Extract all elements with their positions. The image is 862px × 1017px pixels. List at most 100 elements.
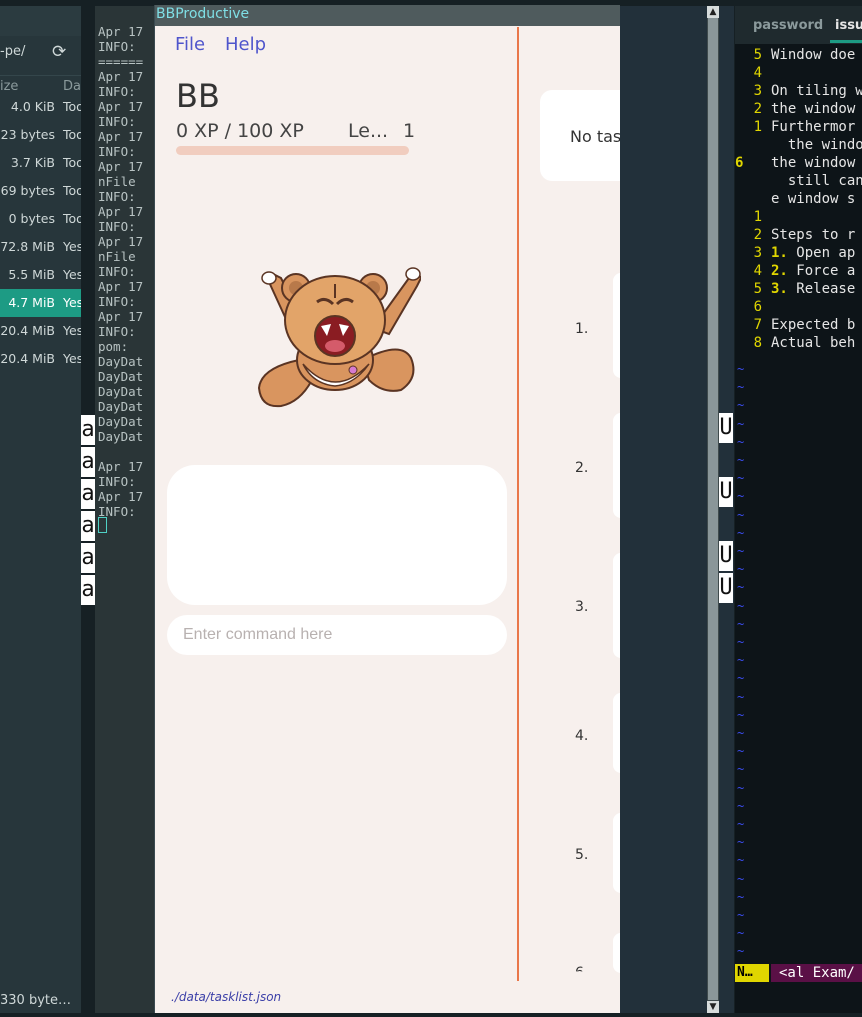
scrollbar-thumb[interactable] <box>708 18 718 1000</box>
editor-line[interactable]: 1 Furthermor <box>735 119 856 135</box>
text-editor-pane: password issue N… <al Exam/ 5 Window doe 4… <box>735 6 862 1013</box>
editor-line[interactable]: 6 the window <box>735 155 855 171</box>
task-card[interactable] <box>613 933 620 973</box>
file-row[interactable]: 323 bytes Too <box>0 121 81 149</box>
terminal-line: INFO: <box>98 504 136 519</box>
terminal-line: Apr 17 <box>98 69 144 84</box>
glyph-tile: U <box>719 541 733 571</box>
empty-line-marker: ~ <box>737 707 745 722</box>
empty-line-marker: ~ <box>737 798 745 813</box>
task-card[interactable] <box>613 413 620 518</box>
window-titlebar[interactable]: BBProductive <box>155 5 620 26</box>
terminal-line: Apr 17 <box>98 24 144 39</box>
file-size: 4.7 MiB <box>8 295 55 310</box>
file-row[interactable]: 0 bytes Too <box>0 205 81 233</box>
empty-line-marker: ~ <box>737 562 745 577</box>
empty-line-marker: ~ <box>737 671 745 686</box>
xp-progress-bar <box>176 146 409 155</box>
editor-line[interactable]: 6 <box>735 299 771 315</box>
empty-line-marker: ~ <box>737 635 745 649</box>
task-index: 6. <box>575 965 589 981</box>
line-number: 4 <box>753 65 762 81</box>
task-card[interactable] <box>613 693 620 773</box>
file-size: 20.4 MiB <box>0 351 55 366</box>
menu-help[interactable]: Help <box>225 34 266 55</box>
editor-line[interactable]: 5 3. Release <box>735 281 856 297</box>
path-field[interactable]: -pe/ <box>0 44 25 59</box>
task-index: 4. <box>575 728 589 744</box>
editor-line[interactable]: 4 <box>735 65 771 81</box>
file-date: Too <box>63 211 81 226</box>
file-row[interactable]: 3.7 KiB Too <box>0 149 81 177</box>
file-row[interactable]: 20.4 MiB Yes <box>0 345 81 373</box>
empty-line-marker: ~ <box>737 616 745 631</box>
column-date[interactable]: Da <box>63 79 81 94</box>
empty-line-marker: ~ <box>737 544 745 558</box>
editor-line[interactable]: 1 <box>735 209 771 225</box>
terminal-scrollbar[interactable]: ▲ ▼ <box>707 6 719 1013</box>
editor-line[interactable]: 8 Actual beh <box>735 335 856 351</box>
editor-line[interactable]: the windov <box>735 137 862 153</box>
tab-issue[interactable]: issue <box>835 18 862 33</box>
file-date: Too <box>63 127 81 142</box>
xp-text: 0 XP / 100 XP <box>176 120 304 142</box>
line-number: 3 <box>753 83 762 99</box>
empty-line-marker: ~ <box>737 507 745 522</box>
empty-line-marker: ~ <box>737 744 745 759</box>
editor-line[interactable]: 4 2. Force a <box>735 263 856 279</box>
task-card[interactable] <box>613 813 620 893</box>
file-date: Yes <box>63 323 81 338</box>
menu-file[interactable]: File <box>175 34 205 55</box>
file-row[interactable]: 20.4 MiB Yes <box>0 317 81 345</box>
line-number: 5 <box>753 47 762 63</box>
empty-line-marker: ~ <box>737 926 745 941</box>
editor-line[interactable]: 2 the window <box>735 101 856 117</box>
file-row[interactable]: 72.8 MiB Yes <box>0 233 81 261</box>
scroll-up-icon[interactable]: ▲ <box>707 6 719 18</box>
empty-line-marker: ~ <box>737 853 745 868</box>
empty-line-marker: ~ <box>737 780 745 795</box>
editor-line[interactable]: 2 Steps to r <box>735 227 856 243</box>
terminal-line: Apr 17 <box>98 309 144 324</box>
line-text: Actual beh <box>771 335 856 351</box>
command-input[interactable] <box>167 615 507 655</box>
terminal-line: INFO: <box>98 324 136 339</box>
empty-line-marker: ~ <box>737 944 745 959</box>
bbproductive-window: BBProductive File Help BB 0 XP / 100 XP … <box>154 5 620 1013</box>
line-text: the window <box>771 101 856 117</box>
line-text: Steps to r <box>771 227 856 243</box>
editor-line[interactable]: 7 Expected b <box>735 317 856 333</box>
refresh-icon[interactable]: ⟳ <box>52 42 66 62</box>
editor-line[interactable]: 5 Window doe <box>735 47 856 63</box>
line-text: the windov <box>787 137 862 153</box>
empty-line-marker: ~ <box>737 362 745 376</box>
file-row[interactable]: 69 bytes Too <box>0 177 81 205</box>
column-size[interactable]: ize <box>0 79 18 94</box>
tab-password[interactable]: password <box>753 18 823 33</box>
editor-line[interactable]: e window s <box>735 191 855 207</box>
terminal-line: Apr 17 <box>98 234 144 249</box>
empty-line-marker: ~ <box>737 525 745 540</box>
line-text: Expected b <box>771 317 856 333</box>
line-number: 2 <box>753 101 762 117</box>
file-row[interactable]: 4.0 KiB Too <box>0 93 81 121</box>
task-card[interactable] <box>613 273 620 378</box>
editor-line[interactable]: still can <box>735 173 862 189</box>
editor-line[interactable]: 3 1. Open ap <box>735 245 856 261</box>
file-row[interactable]: 5.5 MiB Yes <box>0 261 81 289</box>
split-pane-divider[interactable] <box>517 27 519 981</box>
line-number: 5 <box>753 281 762 297</box>
empty-line-marker: ~ <box>737 762 745 777</box>
terminal-pane: Apr 17 INFO: ====== Apr 17 INFO: Apr 17 INFO: A… <box>95 6 155 1013</box>
scroll-down-icon[interactable]: ▼ <box>707 1001 719 1013</box>
terminal-line: DayDat <box>98 429 144 444</box>
line-number: 6 <box>735 155 744 171</box>
file-row[interactable]: 4.7 MiB Yes <box>0 289 81 317</box>
terminal-cursor <box>98 517 107 533</box>
terminal-line: Apr 17 <box>98 279 144 294</box>
editor-line[interactable]: 3 On tiling w <box>735 83 862 99</box>
active-tab-indicator <box>830 40 862 43</box>
task-card[interactable] <box>613 553 620 658</box>
empty-line-marker: ~ <box>737 380 745 395</box>
empty-line-marker: ~ <box>737 489 745 504</box>
